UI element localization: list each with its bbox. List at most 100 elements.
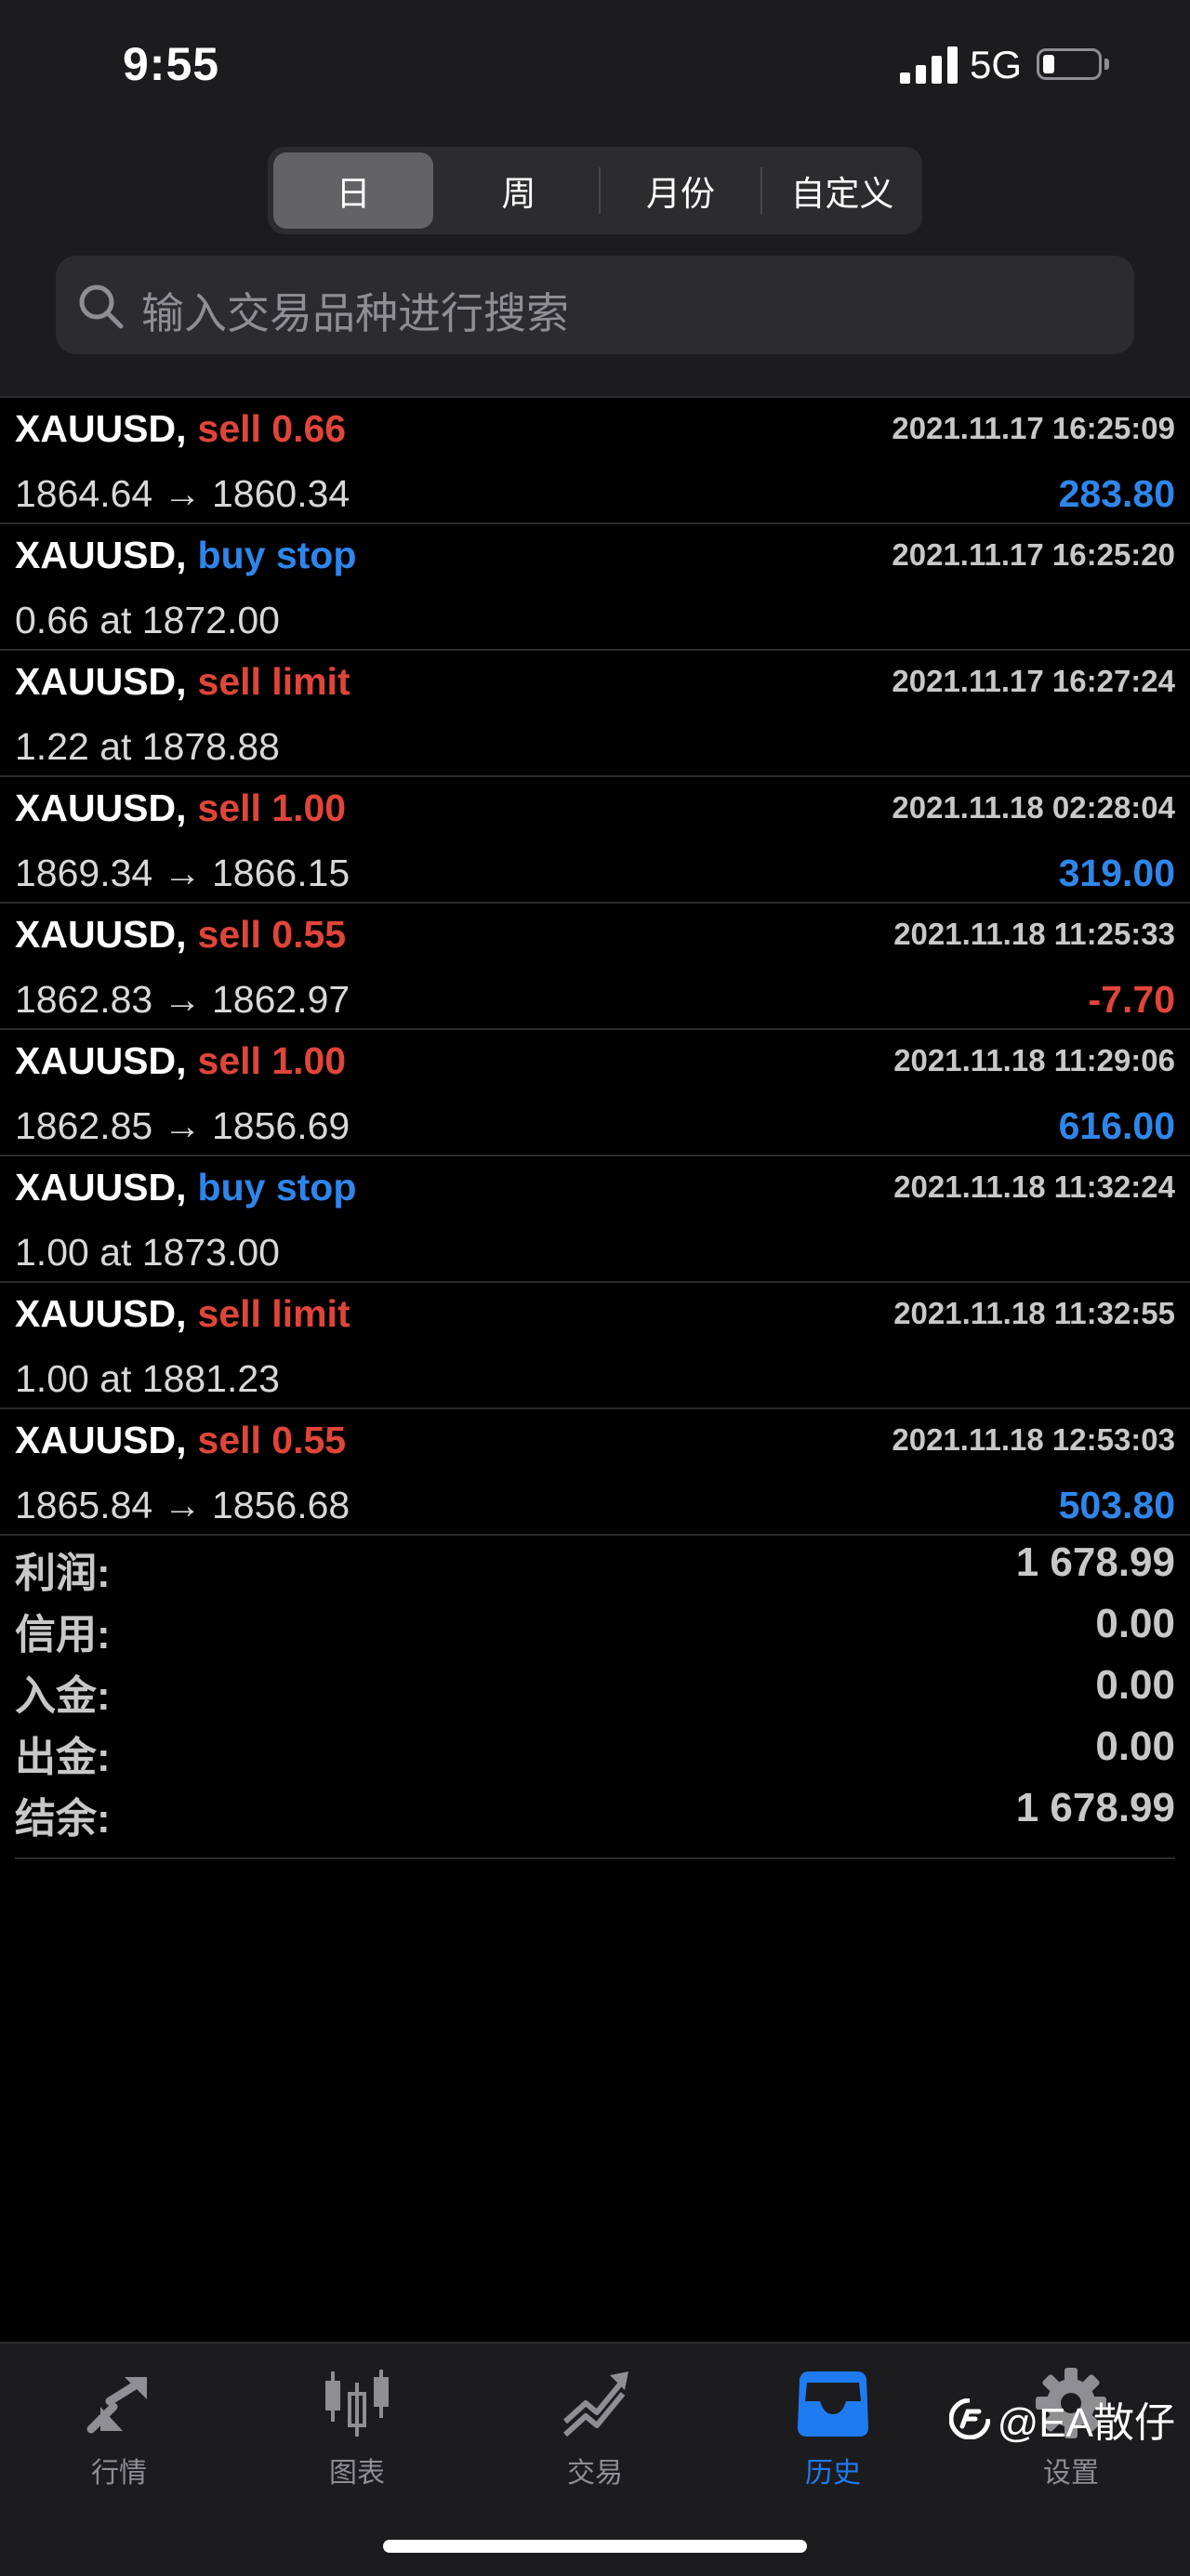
home-indicator[interactable] [383, 2540, 807, 2553]
tab-trade[interactable]: 交易 [502, 2366, 688, 2496]
deal-action: sell 1.00 [197, 786, 347, 829]
deal-time: 2021.11.18 11:25:33 [893, 917, 1175, 951]
watermark: @EA散仔 [948, 2389, 1175, 2449]
deal-detail: 1865.84 → 1856.68 [15, 1484, 350, 1526]
tab-label: 行情 [91, 2458, 147, 2489]
deal-symbol: XAUUSD, [15, 786, 187, 829]
summary-line: 入金: 0.00 [15, 1658, 1175, 1720]
summary-value: 0.00 [1095, 1601, 1175, 1646]
deal-symbol: XAUUSD, [15, 913, 187, 956]
tab-label: 设置 [1043, 2458, 1099, 2489]
trade-icon [562, 2371, 628, 2437]
deal-symbol: XAUUSD, [15, 1292, 187, 1335]
summary-line: 出金: 0.00 [15, 1720, 1175, 1781]
summary-label: 利润: [15, 1551, 111, 1596]
deal-row[interactable]: XAUUSD, sell limit 2021.11.18 11:32:55 1.00… [0, 1283, 1190, 1409]
deal-profit: 283.80 [1058, 472, 1175, 515]
deal-row[interactable]: XAUUSD, sell 1.00 2021.11.18 11:29:06 1862.… [0, 1030, 1190, 1156]
quotes-icon [86, 2377, 147, 2434]
tab-day[interactable]: 日 [273, 152, 433, 229]
tab-week[interactable]: 周 [439, 147, 599, 234]
deal-detail: 1862.85 → 1856.69 [15, 1104, 350, 1147]
deal-row[interactable]: XAUUSD, sell 1.00 2021.11.18 02:28:04 1869.… [0, 777, 1190, 904]
deal-detail: 1869.34 → 1866.15 [15, 852, 350, 894]
tab-history[interactable]: 历史 [740, 2366, 926, 2496]
deal-detail: 1.00 at 1873.00 [15, 1231, 280, 1274]
deal-action: sell 0.55 [197, 1419, 347, 1461]
deal-profit: 616.00 [1058, 1104, 1175, 1147]
header-area: 9:55 5G 日 周 月份 自定义 输入交易品种进行搜索 [0, 0, 1190, 398]
deal-detail: 1.22 at 1878.88 [15, 725, 280, 768]
tab-charts[interactable]: 图表 [264, 2366, 450, 2496]
deal-action: buy stop [197, 534, 357, 576]
deal-symbol: XAUUSD, [15, 407, 187, 450]
summary-label: 结余: [15, 1796, 111, 1842]
tab-label: 图表 [329, 2458, 385, 2489]
tab-month[interactable]: 月份 [601, 147, 760, 234]
deal-title: XAUUSD, buy stop [15, 534, 356, 577]
deal-symbol: XAUUSD, [15, 1039, 187, 1082]
summary-label: 入金: [15, 1673, 111, 1719]
deal-profit: 319.00 [1058, 852, 1175, 894]
deal-time: 2021.11.17 16:25:20 [892, 537, 1175, 572]
chart-candles-icon [325, 2370, 389, 2437]
deal-row[interactable]: XAUUSD, buy stop 2021.11.18 11:32:24 1.00 a… [0, 1156, 1190, 1283]
deal-action: sell 0.66 [197, 407, 347, 450]
summary-value: 1 678.99 [1015, 1539, 1175, 1585]
deal-time: 2021.11.18 11:32:24 [893, 1169, 1175, 1204]
summary-label: 出金: [15, 1735, 111, 1780]
deal-detail: 1864.64 → 1860.34 [15, 472, 350, 515]
deal-time: 2021.11.18 12:53:03 [892, 1422, 1175, 1457]
deal-detail: 1862.83 → 1862.97 [15, 978, 350, 1021]
summary-value: 1 678.99 [1015, 1785, 1175, 1830]
deal-row[interactable]: XAUUSD, sell 0.55 2021.11.18 12:53:03 1865.… [0, 1409, 1190, 1536]
summary-line: 结余: 1 678.99 [15, 1781, 1175, 1843]
summary-value: 0.00 [1095, 1724, 1175, 1769]
deal-row[interactable]: XAUUSD, sell 0.55 2021.11.18 11:25:33 1862.… [0, 904, 1190, 1030]
summary-line: 信用: 0.00 [15, 1597, 1175, 1658]
deal-title: XAUUSD, sell 0.55 [15, 913, 346, 957]
deal-row[interactable]: XAUUSD, sell limit 2021.11.17 16:27:24 1.22… [0, 651, 1190, 777]
deal-symbol: XAUUSD, [15, 534, 187, 576]
history-inbox-icon [798, 2371, 868, 2437]
deal-action: sell limit [197, 1292, 350, 1335]
deal-symbol: XAUUSD, [15, 1166, 187, 1209]
deal-profit: 503.80 [1058, 1484, 1175, 1526]
deal-title: XAUUSD, sell 1.00 [15, 1039, 346, 1083]
watermark-logo-icon [948, 2398, 990, 2439]
deal-title: XAUUSD, buy stop [15, 1166, 356, 1209]
tab-label: 历史 [805, 2458, 861, 2489]
period-segmented-control: 日 周 月份 自定义 [268, 147, 922, 234]
deal-profit: -7.70 [1088, 978, 1175, 1021]
deal-title: XAUUSD, sell limit [15, 1292, 350, 1336]
summary-block: 利润: 1 678.99 信用: 0.00 入金: 0.00 出金: 0.00 结余: 1 678… [15, 1536, 1175, 1859]
deal-symbol: XAUUSD, [15, 1419, 187, 1461]
deal-detail: 1.00 at 1881.23 [15, 1357, 280, 1400]
deal-time: 2021.11.18 02:28:04 [892, 790, 1175, 825]
deal-list: XAUUSD, sell 0.66 2021.11.17 16:25:09 1864.… [0, 398, 1190, 1536]
status-time: 9:55 [123, 38, 220, 90]
search-input[interactable]: 输入交易品种进行搜索 [56, 256, 1134, 354]
deal-title: XAUUSD, sell 1.00 [15, 786, 346, 830]
deal-time: 2021.11.18 11:32:55 [893, 1296, 1175, 1330]
deal-row[interactable]: XAUUSD, sell 0.66 2021.11.17 16:25:09 1864.… [0, 398, 1190, 524]
deal-action: buy stop [197, 1166, 357, 1209]
deal-time: 2021.11.18 11:29:06 [893, 1043, 1175, 1077]
tab-custom[interactable]: 自定义 [762, 147, 922, 234]
search-icon [79, 284, 124, 329]
deal-time: 2021.11.17 16:25:09 [892, 411, 1175, 445]
battery-tip [1104, 59, 1109, 70]
cellular-signal-icon [900, 45, 958, 84]
deal-action: sell limit [197, 660, 350, 703]
deal-action: sell 0.55 [197, 913, 347, 956]
battery-icon [1037, 48, 1102, 80]
deal-time: 2021.11.17 16:27:24 [892, 664, 1175, 698]
deal-detail: 0.66 at 1872.00 [15, 599, 280, 641]
watermark-text: @EA散仔 [997, 2400, 1175, 2446]
deal-title: XAUUSD, sell limit [15, 660, 350, 704]
tab-quotes[interactable]: 行情 [26, 2366, 212, 2496]
summary-value: 0.00 [1095, 1662, 1175, 1708]
deal-row[interactable]: XAUUSD, buy stop 2021.11.17 16:25:20 0.66 a… [0, 524, 1190, 651]
deal-symbol: XAUUSD, [15, 660, 187, 703]
summary-line: 利润: 1 678.99 [15, 1536, 1175, 1597]
